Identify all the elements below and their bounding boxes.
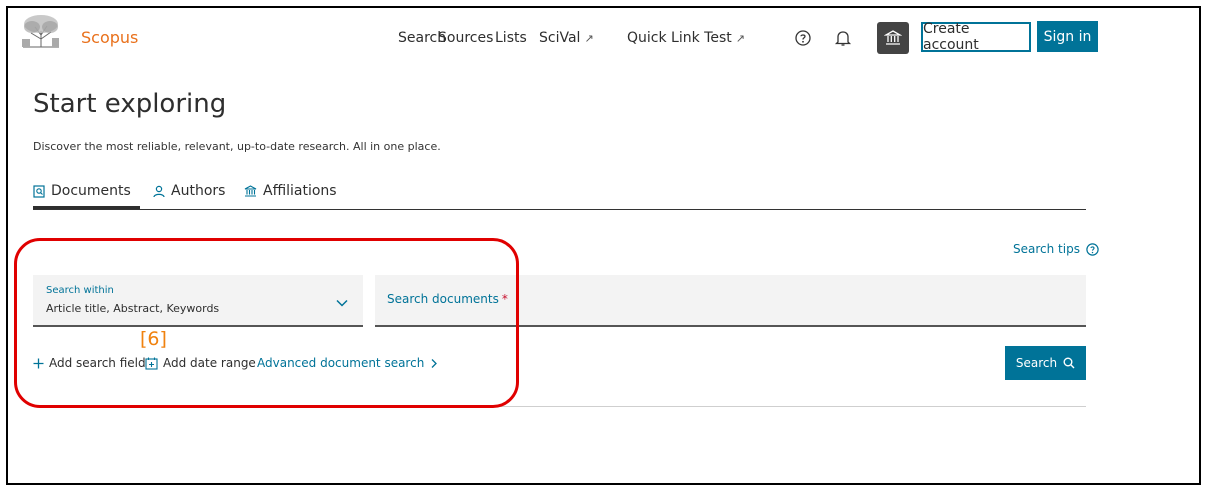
annotation-highlight-box	[14, 238, 519, 408]
search-icon	[1063, 357, 1075, 369]
institution-button[interactable]	[877, 22, 909, 54]
active-tab-indicator	[33, 206, 140, 209]
nav-lists[interactable]: Lists	[495, 30, 527, 46]
help-icon	[1086, 242, 1099, 256]
document-icon	[33, 184, 45, 198]
institution-icon	[244, 185, 257, 197]
search-tips-link[interactable]: Search tips	[1013, 242, 1099, 256]
nav-sources[interactable]: Sources	[438, 30, 493, 46]
help-icon[interactable]	[793, 28, 813, 48]
search-tabs: Documents Authors Affiliations	[33, 183, 1086, 210]
search-button[interactable]: Search	[1005, 346, 1086, 380]
tab-documents[interactable]: Documents	[33, 183, 131, 199]
institution-icon	[884, 30, 902, 45]
tab-affiliations[interactable]: Affiliations	[244, 183, 337, 199]
annotation-label: [6]	[140, 328, 167, 350]
bell-icon[interactable]	[832, 27, 854, 49]
page-title: Start exploring	[33, 89, 227, 119]
sign-in-button[interactable]: Sign in	[1037, 21, 1098, 52]
tab-authors[interactable]: Authors	[153, 183, 225, 199]
person-icon	[153, 185, 165, 197]
brand-name[interactable]: Scopus	[81, 28, 138, 47]
external-link-icon: ↗	[584, 32, 594, 45]
page-subtitle: Discover the most reliable, relevant, up…	[33, 140, 441, 153]
external-link-icon: ↗	[735, 32, 745, 45]
create-account-button[interactable]: Create account	[921, 21, 1031, 53]
nav-quick-link-test[interactable]: Quick Link Test ↗	[627, 30, 745, 46]
elsevier-logo[interactable]	[17, 13, 65, 49]
nav-scival[interactable]: SciVal ↗	[539, 30, 594, 46]
